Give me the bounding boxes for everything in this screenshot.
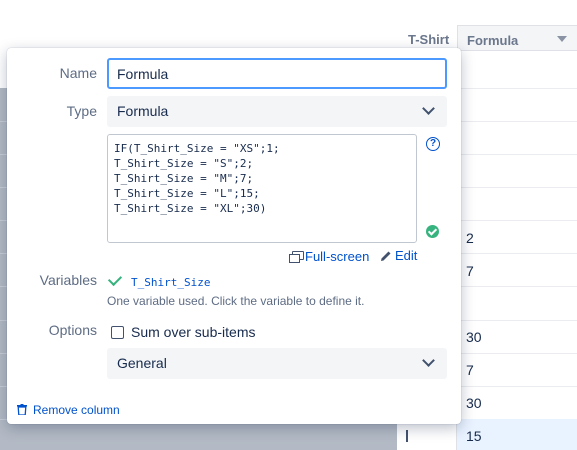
name-label: Name (59, 65, 97, 81)
formula-line: T_Shirt_Size = "L";15; (114, 187, 260, 200)
column-header-label: Formula (467, 33, 519, 48)
variables-hint: One variable used. Click the variable to… (107, 294, 365, 308)
format-select-value: General (117, 355, 167, 371)
formula-cell[interactable]: 7 (466, 362, 474, 378)
pencil-icon[interactable] (380, 250, 392, 262)
formula-line: T_Shirt_Size = "M";7; (114, 172, 254, 185)
column-header-formula[interactable]: Formula (457, 25, 577, 51)
formula-line: T_Shirt_Size = "S";2; (114, 157, 254, 170)
chevron-down-icon (422, 354, 435, 367)
formula-cell[interactable]: 2 (466, 230, 474, 246)
remove-column-link[interactable]: Remove column (33, 403, 120, 417)
formula-line: IF(T_Shirt_Size = "XS";1; (114, 142, 280, 155)
type-select-value: Formula (117, 103, 169, 119)
fullscreen-link[interactable]: Full-screen (305, 249, 369, 264)
type-label: Type (66, 103, 97, 119)
variable-link[interactable]: T_Shirt_Size (131, 276, 210, 289)
column-config-dialog: Name Type Formula IF(T_Shirt_Size = "XS"… (7, 48, 461, 424)
options-label: Options (48, 322, 97, 338)
format-select[interactable]: General (107, 348, 447, 379)
check-circle-icon (426, 225, 439, 238)
chevron-down-icon (422, 102, 435, 115)
text-cursor (406, 430, 408, 442)
variables-label: Variables (39, 272, 97, 288)
name-input[interactable] (107, 58, 447, 89)
formula-cell[interactable]: 30 (466, 395, 482, 411)
edit-link[interactable]: Edit (395, 248, 417, 263)
formula-cell[interactable]: 7 (466, 263, 474, 279)
sum-over-label[interactable]: Sum over sub-items (131, 324, 255, 340)
help-icon[interactable]: ? (426, 137, 440, 151)
type-select[interactable]: Formula (107, 96, 447, 127)
sum-over-checkbox[interactable] (111, 326, 124, 339)
formula-line: T_Shirt_Size = "XL";30) (114, 202, 267, 215)
formula-cell[interactable]: 30 (466, 329, 482, 345)
formula-editor[interactable]: IF(T_Shirt_Size = "XS";1; T_Shirt_Size =… (107, 134, 417, 243)
formula-cell[interactable]: 15 (466, 428, 482, 444)
caret-down-icon[interactable] (557, 36, 567, 42)
trash-icon[interactable] (17, 404, 27, 415)
check-icon (107, 271, 123, 287)
fullscreen-icon[interactable] (289, 251, 304, 263)
